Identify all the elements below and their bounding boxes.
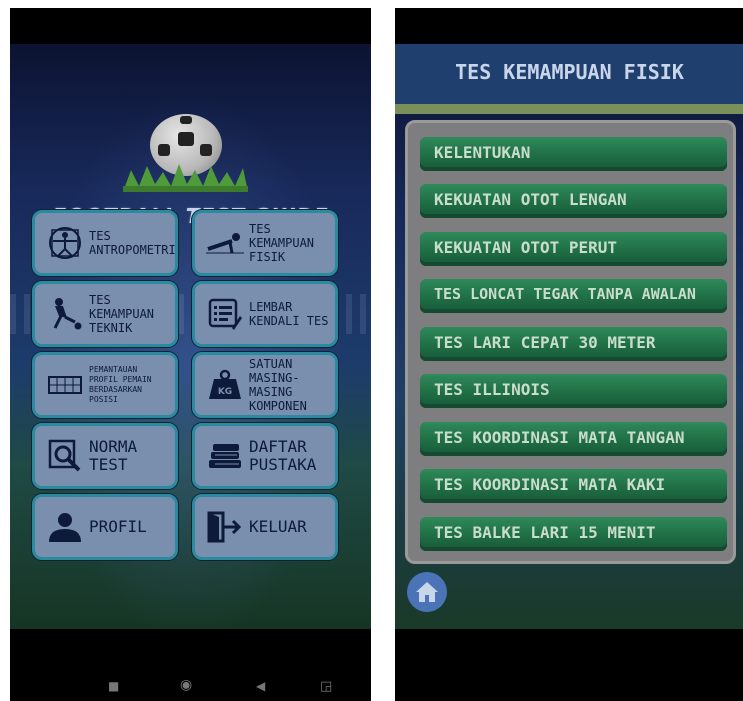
home-nav-button[interactable]: ◉: [180, 677, 192, 693]
list-item[interactable]: KEKUATAN OTOT LENGAN: [420, 184, 727, 218]
daftar-pustaka-tile[interactable]: DAFTAR PUSTAKA: [192, 423, 338, 489]
tile-label-line: NORMA: [89, 437, 138, 456]
list-item[interactable]: TES LARI CEPAT 30 METER: [420, 327, 727, 361]
test-list-panel: KELENTUKAN KEKUATAN OTOT LENGAN KEKUATAN…: [405, 120, 736, 564]
physical-test-screen: TES KEMAMPUAN FISIK KELENTUKAN KEKUATAN …: [395, 44, 743, 629]
tile-label-line: PROFIL PEMAIN: [89, 375, 152, 384]
satuan-komponen-tile[interactable]: KG SATUAN MASING-MASING KOMPONEN: [192, 352, 338, 418]
recents-button[interactable]: ■: [108, 679, 119, 693]
main-menu-screen: FOOTBALL TEST GUIDE TES ANTROPOMETRI TES…: [10, 44, 371, 629]
tile-label-line: ANTROPOMETRI: [89, 243, 176, 257]
tile-label-line: LEMBAR: [249, 300, 293, 314]
list-item-label: KELENTUKAN: [434, 143, 531, 162]
screen-title: TES KEMAMPUAN FISIK: [455, 60, 684, 84]
tile-label-line: MASING-MASING: [249, 371, 300, 399]
home-icon: [416, 582, 438, 602]
back-button[interactable]: ◀: [256, 679, 265, 693]
tile-label-line: TES: [89, 229, 111, 243]
tes-antropometri-tile[interactable]: TES ANTROPOMETRI: [32, 210, 178, 276]
norma-test-tile[interactable]: NORMA TEST: [32, 423, 178, 489]
tile-label-line: TEST: [89, 455, 128, 474]
right-phone-screen: TES KEMAMPUAN FISIK KELENTUKAN KEKUATAN …: [395, 8, 743, 701]
books-icon: [203, 434, 247, 478]
list-item-label: TES ILLINOIS: [434, 380, 550, 399]
list-item-label: TES BALKE LARI 15 MENIT: [434, 523, 656, 542]
tile-label-line: FISIK: [249, 250, 286, 264]
tile-label-line: PUSTAKA: [249, 455, 317, 474]
screen-header: TES KEMAMPUAN FISIK: [395, 44, 743, 104]
tile-label-line: SATUAN: [249, 357, 293, 371]
magnifier-icon: [43, 434, 87, 478]
goal-net-icon: [43, 363, 87, 407]
svg-text:KG: KG: [218, 387, 232, 397]
vitruvian-man-icon: [43, 221, 87, 265]
list-item-label: TES KOORDINASI MATA TANGAN: [434, 428, 685, 447]
list-item-label: TES LARI CEPAT 30 METER: [434, 333, 656, 352]
lembar-kendali-tes-tile[interactable]: LEMBAR KENDALI TES: [192, 281, 338, 347]
list-item-label: TES KOORDINASI MATA KAKI: [434, 475, 666, 494]
screen-toggle-button[interactable]: ◲: [320, 679, 332, 694]
list-item[interactable]: TES KOORDINASI MATA KAKI: [420, 469, 727, 503]
list-item[interactable]: KEKUATAN OTOT PERUT: [420, 232, 727, 266]
tile-label-line: KENDALI TES: [249, 314, 329, 328]
tile-label-line: PEMANTAUAN: [89, 365, 138, 374]
tile-label-line: KEMAMPUAN: [89, 307, 155, 321]
tile-label-line: KOMPONEN: [249, 399, 307, 413]
tes-kemampuan-fisik-tile[interactable]: TES KEMAMPUAN FISIK: [192, 210, 338, 276]
grass-logo: [123, 164, 248, 192]
kick-ball-icon: [43, 292, 87, 336]
tile-label-line: BERDASARKAN: [89, 385, 142, 394]
profil-tile[interactable]: PROFIL: [32, 494, 178, 560]
list-item-label: TES LONCAT TEGAK TANPA AWALAN: [434, 285, 696, 303]
list-item-label: KEKUATAN OTOT LENGAN: [434, 190, 627, 209]
tes-kemampuan-teknik-tile[interactable]: TES KEMAMPUAN TEKNIK: [32, 281, 178, 347]
list-item[interactable]: TES BALKE LARI 15 MENIT: [420, 517, 727, 551]
checklist-icon: [203, 292, 247, 336]
tile-label-line: POSISI: [89, 395, 118, 404]
tile-label-line: TES: [89, 293, 111, 307]
user-icon: [43, 505, 87, 549]
tile-label-line: TEKNIK: [89, 321, 133, 335]
home-button[interactable]: [407, 572, 447, 612]
list-item[interactable]: TES ILLINOIS: [420, 374, 727, 408]
left-phone-screen: FOOTBALL TEST GUIDE TES ANTROPOMETRI TES…: [10, 8, 371, 701]
tile-label-line: DAFTAR: [249, 437, 307, 456]
header-stripe: [395, 104, 743, 114]
list-item[interactable]: KELENTUKAN: [420, 137, 727, 171]
tile-label-line: KELUAR: [249, 517, 307, 536]
android-nav-bar: ■ ◉ ◀ ◲: [10, 673, 371, 701]
keluar-tile[interactable]: KELUAR: [192, 494, 338, 560]
push-up-icon: [203, 221, 247, 265]
pemantauan-profil-tile[interactable]: PEMANTAUAN PROFIL PEMAIN BERDASARKAN POS…: [32, 352, 178, 418]
exit-door-icon: [203, 505, 247, 549]
kg-weight-icon: KG: [203, 363, 247, 407]
list-item-label: KEKUATAN OTOT PERUT: [434, 238, 618, 257]
tile-label-line: KEMAMPUAN: [249, 236, 315, 250]
list-item[interactable]: TES KOORDINASI MATA TANGAN: [420, 422, 727, 456]
list-item[interactable]: TES LONCAT TEGAK TANPA AWALAN: [420, 279, 727, 313]
tile-label-line: TES: [249, 222, 271, 236]
tile-label-line: PROFIL: [89, 517, 147, 536]
